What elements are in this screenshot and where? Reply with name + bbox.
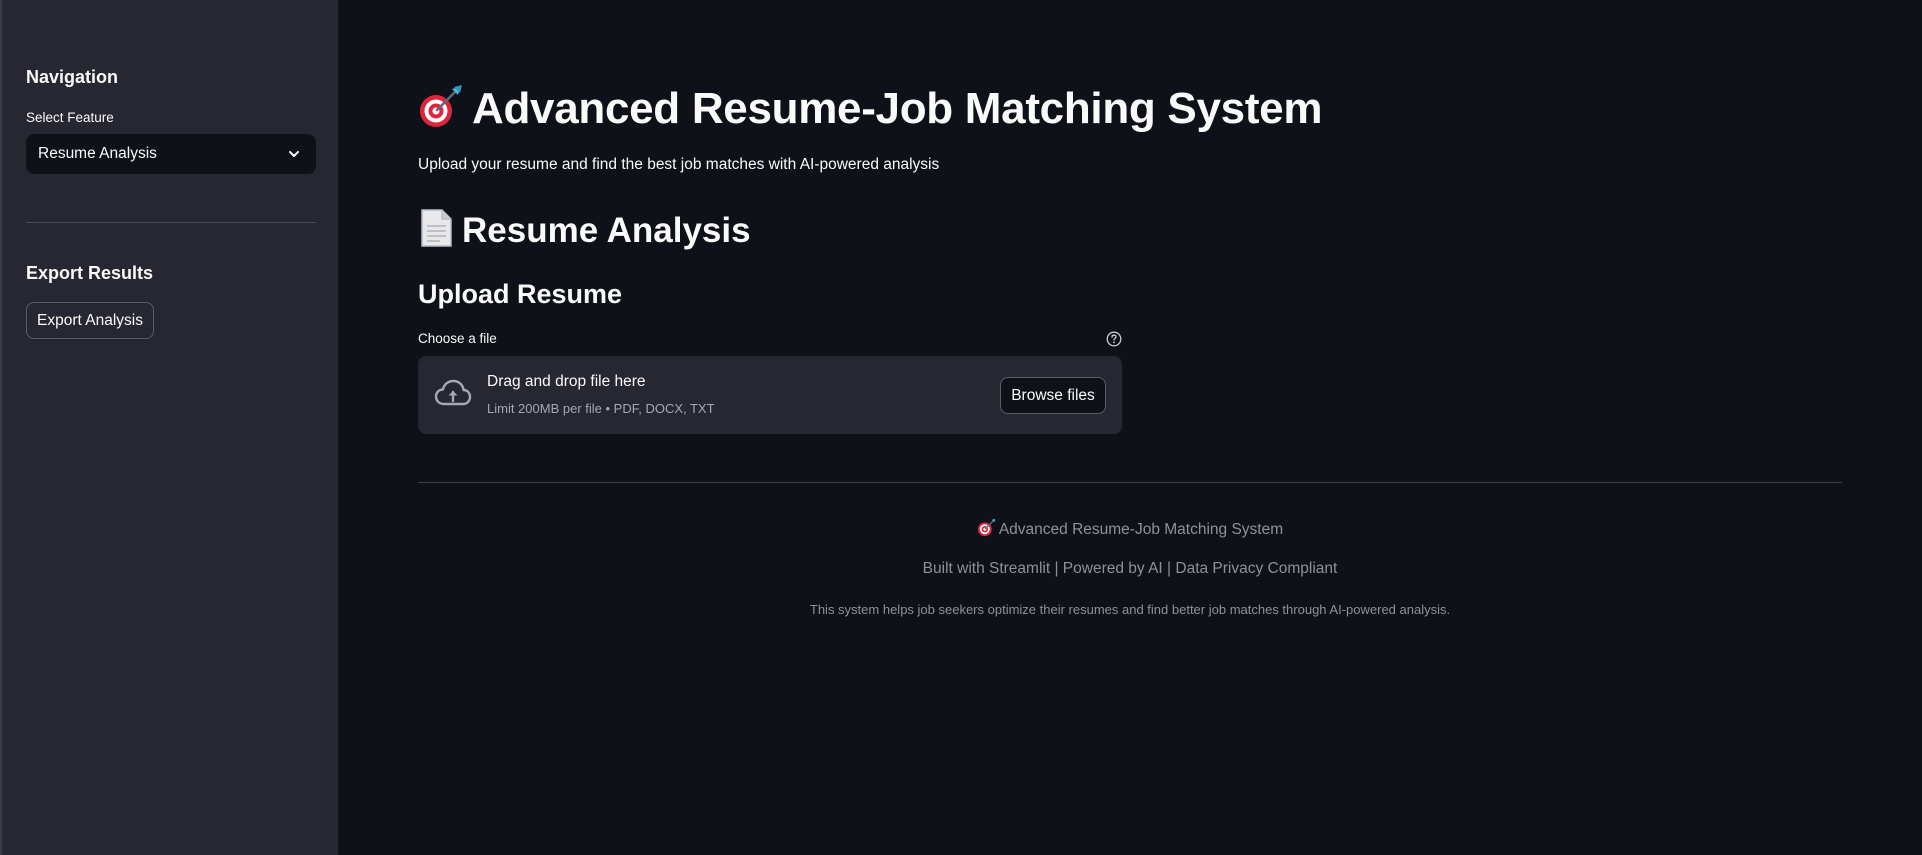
- dropzone-title: Drag and drop file here: [487, 373, 646, 390]
- page-title: Advanced Resume-Job Matching System: [472, 84, 1323, 133]
- browse-files-button[interactable]: Browse files: [1000, 377, 1106, 414]
- main-divider: [418, 482, 1842, 483]
- page-title-row: Advanced Resume-Job Matching System: [418, 84, 1322, 134]
- chevron-down-icon: [286, 146, 302, 162]
- footer-title-row: Advanced Resume-Job Matching System: [418, 518, 1842, 542]
- cloud-upload-icon: [434, 378, 472, 410]
- export-results-heading: Export Results: [26, 263, 154, 283]
- upload-resume-heading: Upload Resume: [418, 279, 623, 309]
- choose-file-label: Choose a file: [418, 331, 497, 346]
- section-title: Resume Analysis: [462, 210, 751, 250]
- help-icon[interactable]: [1106, 331, 1122, 347]
- target-dart-icon: [977, 518, 997, 542]
- file-dropzone[interactable]: Drag and drop file here Limit 200MB per …: [418, 356, 1122, 434]
- footer-title: Advanced Resume-Job Matching System: [998, 521, 1284, 538]
- export-analysis-button[interactable]: Export Analysis: [26, 302, 154, 339]
- app: Navigation Select Feature Resume Analysi…: [0, 0, 1922, 855]
- main-content: Advanced Resume-Job Matching System Uplo…: [338, 0, 1922, 855]
- feature-select[interactable]: Resume Analysis: [26, 134, 316, 174]
- sidebar: Navigation Select Feature Resume Analysi…: [0, 0, 338, 855]
- navigation-heading: Navigation: [26, 67, 119, 87]
- target-dart-icon: [418, 84, 464, 134]
- feature-select-value: Resume Analysis: [38, 145, 157, 162]
- section-title-row: Resume Analysis: [418, 208, 751, 253]
- page-subtitle: Upload your resume and find the best job…: [418, 156, 940, 173]
- document-icon: [418, 208, 454, 253]
- dropzone-limit: Limit 200MB per file • PDF, DOCX, TXT: [487, 401, 715, 416]
- select-feature-label: Select Feature: [26, 110, 114, 125]
- footer-description: This system helps job seekers optimize t…: [809, 602, 1451, 617]
- sidebar-divider: [26, 222, 316, 223]
- footer-built-with: Built with Streamlit | Powered by AI | D…: [922, 560, 1338, 577]
